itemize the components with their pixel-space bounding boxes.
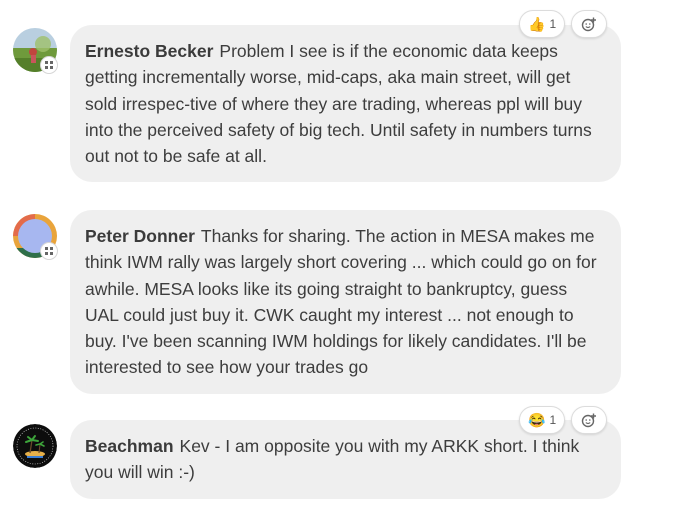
reaction-count: 1	[549, 17, 557, 31]
add-reaction-icon	[581, 17, 597, 32]
comment-author[interactable]: Ernesto Becker	[85, 41, 213, 61]
add-reaction-button[interactable]	[571, 406, 608, 434]
reaction-bar: 👍 1	[519, 10, 608, 38]
reaction-count-pill[interactable]: 👍 1	[519, 10, 566, 38]
reaction-bar: 😂 1	[519, 406, 608, 434]
laughing-icon: 😂	[528, 412, 546, 428]
comment-text: Thanks for sharing. The action in MESA m…	[85, 226, 597, 378]
add-reaction-icon	[581, 413, 597, 428]
add-reaction-button[interactable]	[571, 10, 608, 38]
comment-beachman: Beachman Kev - I am opposite you with my …	[0, 400, 681, 520]
comment-bubble: Ernesto Becker Problem I see is if the ec…	[70, 25, 621, 183]
comment-author[interactable]: Peter Donner	[85, 226, 195, 246]
thumbs-up-icon: 👍	[528, 16, 546, 32]
profile-badge-icon	[40, 242, 58, 260]
comment-ernesto-becker: Ernesto Becker Problem I see is if the ec…	[0, 0, 681, 190]
reaction-count: 1	[549, 413, 557, 427]
avatar[interactable]	[13, 424, 57, 468]
comment-peter-donner: Peter Donner Thanks for sharing. The acti…	[0, 190, 681, 400]
comment-author[interactable]: Beachman	[85, 436, 174, 456]
profile-badge-icon	[40, 56, 58, 74]
comment-bubble: Peter Donner Thanks for sharing. The acti…	[70, 210, 621, 394]
reaction-count-pill[interactable]: 😂 1	[519, 406, 566, 434]
